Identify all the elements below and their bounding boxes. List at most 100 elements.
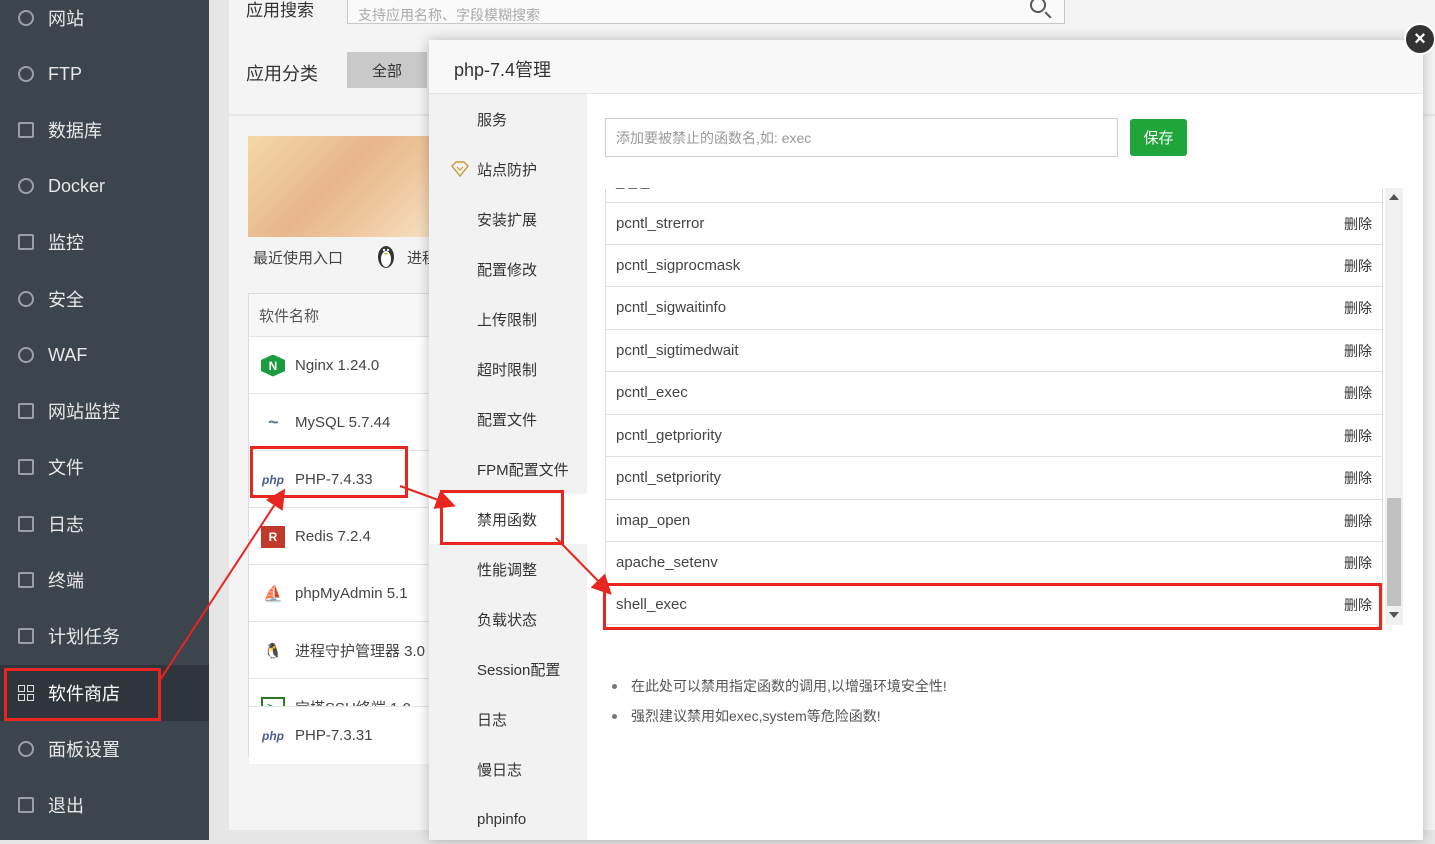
globe-icon — [18, 66, 34, 82]
function-name-input[interactable]: 添加要被禁止的函数名,如: exec — [605, 118, 1118, 157]
delete-button[interactable]: 删除 — [1344, 553, 1372, 573]
waf-icon — [18, 347, 34, 363]
sidebar-item-docker[interactable]: Docker — [0, 158, 209, 214]
table-row[interactable]: ~ MySQL 5.7.44 — [249, 393, 437, 451]
disabled-functions-panel: 添加要被禁止的函数名,如: exec 保存 _ _ _ pcntl_strerr… — [587, 94, 1423, 840]
disabled-function-list: _ _ _ pcntl_strerror 删除 pcntl_sigprocmask… — [605, 188, 1383, 625]
nginx-icon: N — [261, 354, 285, 377]
save-button[interactable]: 保存 — [1130, 119, 1187, 156]
menu-item-label: 站点防护 — [477, 161, 538, 179]
tip-text: 在此处可以禁用指定函数的调用,以增强环境安全性! — [612, 676, 947, 696]
tip-text: 强烈建议禁用如exec,system等危险函数! — [612, 706, 881, 726]
function-name: pcntl_getpriority — [616, 427, 722, 444]
function-name: pcntl_sigtimedwait — [616, 342, 739, 359]
phpmyadmin-icon: ⛵ — [263, 585, 283, 603]
database-icon — [18, 122, 34, 138]
sidebar-item-label: Docker — [48, 175, 106, 196]
menu-item-config-edit[interactable]: 配置修改 — [429, 244, 587, 294]
table-row[interactable]: ⛵ phpMyAdmin 5.1 — [249, 564, 437, 622]
table-row[interactable]: N Nginx 1.24.0 — [249, 336, 437, 394]
globe-icon — [18, 10, 34, 26]
supervisor-icon: 🐧 — [263, 642, 283, 660]
sidebar-item-site-monitor[interactable]: 网站监控 — [0, 383, 209, 439]
penguin-icon — [378, 246, 394, 268]
sidebar-item-monitor[interactable]: 监控 — [0, 214, 209, 270]
sidebar-item-label: WAF — [48, 344, 88, 365]
list-item: imap_open 删除 — [606, 499, 1382, 541]
sidebar-item-label: 退出 — [48, 796, 84, 816]
table-row[interactable]: php PHP-7.3.31 — [249, 706, 437, 764]
sidebar-item-label: 监控 — [48, 233, 84, 253]
software-name: PHP-7.3.31 — [295, 727, 373, 744]
menu-item-extensions[interactable]: 安装扩展 — [429, 194, 587, 244]
sidebar-item-ftp[interactable]: FTP — [0, 46, 209, 102]
sidebar-item-database[interactable]: 数据库 — [0, 102, 209, 158]
sidebar-item-label: 数据库 — [48, 121, 102, 141]
modal-header: php-7.4管理 — [429, 40, 1423, 94]
sidebar-item-terminal[interactable]: 终端 — [0, 552, 209, 608]
sidebar-item-label: 计划任务 — [48, 627, 120, 647]
menu-item-performance[interactable]: 性能调整 — [429, 544, 587, 594]
menu-item-log[interactable]: 日志 — [429, 694, 587, 744]
sidebar-item-logs[interactable]: 日志 — [0, 496, 209, 552]
delete-button[interactable]: 删除 — [1344, 468, 1372, 488]
sidebar-item-label: 网站 — [48, 9, 84, 29]
delete-button[interactable]: 删除 — [1344, 341, 1372, 361]
delete-button[interactable]: 删除 — [1344, 298, 1372, 318]
software-name: MySQL 5.7.44 — [295, 414, 391, 431]
software-name: phpMyAdmin 5.1 — [295, 585, 408, 602]
terminal-icon — [18, 572, 34, 588]
delete-button[interactable]: 删除 — [1344, 214, 1372, 234]
search-input[interactable]: 支持应用名称、字段模糊搜索 — [347, 0, 1065, 24]
list-item: pcntl_getpriority 删除 — [606, 414, 1382, 456]
category-all-button[interactable]: 全部 — [347, 52, 427, 88]
gear-icon — [18, 741, 34, 757]
menu-item-config-file[interactable]: 配置文件 — [429, 394, 587, 444]
table-row[interactable]: 🐧 进程守护管理器 3.0 — [249, 621, 437, 679]
list-scrollbar[interactable] — [1385, 188, 1403, 625]
delete-button[interactable]: 删除 — [1344, 426, 1372, 446]
sidebar-item-logout[interactable]: 退出 — [0, 777, 209, 833]
menu-item-timeout-limit[interactable]: 超时限制 — [429, 344, 587, 394]
scroll-thumb[interactable] — [1387, 498, 1401, 606]
monitor-icon — [18, 234, 34, 250]
delete-button[interactable]: 删除 — [1344, 383, 1372, 403]
sidebar-item-files[interactable]: 文件 — [0, 439, 209, 495]
sidebar-item-label: 终端 — [48, 571, 84, 591]
annotation-box-disabled-functions — [440, 490, 564, 545]
list-item: pcntl_exec 删除 — [606, 371, 1382, 413]
sidebar-item-panel-settings[interactable]: 面板设置 — [0, 721, 209, 777]
table-row[interactable]: R Redis 7.2.4 — [249, 507, 437, 565]
list-item: pcntl_sigtimedwait 删除 — [606, 329, 1382, 371]
menu-item-slow-log[interactable]: 慢日志 — [429, 744, 587, 794]
delete-button[interactable]: 删除 — [1344, 256, 1372, 276]
annotation-box-php — [250, 446, 408, 498]
sidebar-item-label: 网站监控 — [48, 402, 120, 422]
list-item: pcntl_setpriority 删除 — [606, 456, 1382, 498]
sidebar-item-cron[interactable]: 计划任务 — [0, 608, 209, 664]
sidebar-item-label: 文件 — [48, 458, 84, 478]
menu-item-service[interactable]: 服务 — [429, 94, 587, 144]
close-modal-button[interactable]: × — [1404, 23, 1435, 55]
menu-item-site-protection[interactable]: 站点防护 — [429, 144, 587, 194]
menu-item-fpm-config[interactable]: FPM配置文件 — [429, 444, 587, 494]
menu-item-upload-limit[interactable]: 上传限制 — [429, 294, 587, 344]
software-name: 进程守护管理器 3.0 — [295, 643, 426, 660]
sidebar-item-waf[interactable]: WAF — [0, 327, 209, 383]
annotation-box-shell-exec — [603, 583, 1382, 630]
annotation-box-app-store — [4, 668, 161, 721]
sidebar-item-label: 日志 — [48, 515, 84, 535]
modal-menu: 服务 站点防护 安装扩展 配置修改 上传限制 超时限制 配置文件 FPM配置文件… — [429, 94, 587, 840]
menu-item-phpinfo[interactable]: phpinfo — [429, 794, 587, 844]
list-item: pcntl_sigwaitinfo 删除 — [606, 286, 1382, 328]
menu-item-session[interactable]: Session配置 — [429, 644, 587, 694]
menu-item-load-status[interactable]: 负载状态 — [429, 594, 587, 644]
scroll-down-icon[interactable] — [1389, 612, 1399, 618]
list-item: pcntl_strerror 删除 — [606, 202, 1382, 244]
scroll-up-icon[interactable] — [1389, 194, 1399, 200]
recent-entry-label: 最近使用入口 — [253, 250, 344, 267]
function-name: pcntl_sigprocmask — [616, 257, 741, 274]
sidebar-item-security[interactable]: 安全 — [0, 271, 209, 327]
sidebar-item-website[interactable]: 网站 — [0, 0, 209, 46]
delete-button[interactable]: 删除 — [1344, 511, 1372, 531]
